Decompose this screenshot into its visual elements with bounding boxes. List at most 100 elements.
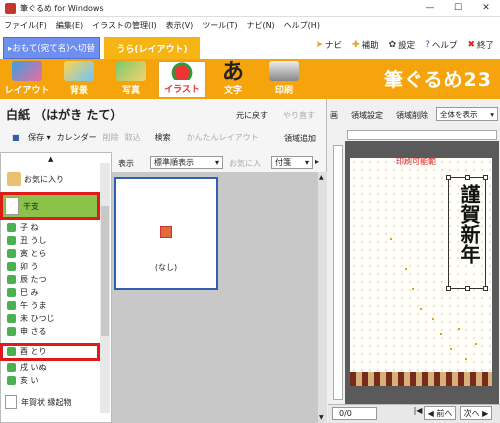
menu-navi[interactable]: ナビ(N) <box>246 20 274 31</box>
menu-edit[interactable]: 編集(E) <box>56 20 83 31</box>
category-mi[interactable]: 巳 み <box>3 286 99 299</box>
watermelon-icon <box>167 62 197 80</box>
category-ushi[interactable]: 丑 うし <box>3 234 99 247</box>
settei-link[interactable]: ✿ 設定 <box>389 39 416 51</box>
category-nenga[interactable]: 年賀状 縁起物 <box>2 393 98 411</box>
area-add-button[interactable]: 領域追加 <box>284 133 316 144</box>
category-scrollbar[interactable] <box>100 163 110 413</box>
resize-handle[interactable] <box>446 175 451 180</box>
main-toolbar: レイアウト 背景 写真 イラスト あ 文字 印刷 筆ぐるめ23 <box>0 59 500 99</box>
view-select[interactable]: 全体を表示 ▾ <box>436 107 498 121</box>
plus-icon: ✚ <box>352 40 360 50</box>
toolbar-layout-button[interactable]: レイアウト <box>3 61 51 98</box>
category-saru[interactable]: 申 さる <box>3 325 99 338</box>
sort-select[interactable]: 標準順表示 ▾ <box>150 156 223 169</box>
resize-handle[interactable] <box>465 175 470 180</box>
gallery-scrollbar[interactable]: ▲ ▼ <box>318 172 327 423</box>
checkbox-icon <box>7 249 16 258</box>
brand-logo: 筆ぐるめ23 <box>383 69 492 91</box>
save-button[interactable]: ■ 保存 ▾ <box>6 132 51 143</box>
scroll-up-icon[interactable]: ▲ <box>48 155 53 163</box>
menu-file[interactable]: ファイル(F) <box>4 20 47 31</box>
greeting-calligraphy[interactable]: 謹賀新年 <box>446 175 488 291</box>
save-icon: ■ <box>12 132 20 142</box>
redo-button[interactable]: やり直す <box>283 110 315 121</box>
menu-view[interactable]: 表示(V) <box>166 20 194 31</box>
close-button[interactable]: ✕ <box>472 0 500 17</box>
toolbar-haikei-button[interactable]: 背景 <box>55 61 103 98</box>
toolbar-moji-button[interactable]: あ 文字 <box>209 59 257 98</box>
category-ne[interactable]: 子 ね <box>3 221 99 234</box>
checkbox-icon <box>7 363 16 372</box>
image-icon <box>160 226 172 238</box>
background-icon <box>64 61 94 81</box>
checkbox-icon <box>7 275 16 284</box>
import-button[interactable]: 取込 <box>125 132 141 143</box>
fusen-select[interactable]: 付箋 ▾ <box>271 156 313 169</box>
tab-back-layout[interactable]: うら(レイアウト) <box>104 37 200 59</box>
illust-item-none[interactable]: (なし) <box>114 177 218 290</box>
chevron-down-icon: ▾ <box>490 109 494 119</box>
scroll-down-icon[interactable]: ▼ <box>319 414 324 421</box>
easy-layout-button[interactable]: かんたんレイアウト <box>187 132 259 143</box>
card-border-pattern <box>350 372 492 386</box>
toolbar-insatsu-button[interactable]: 印刷 <box>260 61 308 98</box>
layout-icon <box>12 61 42 81</box>
arrow-right-icon[interactable]: ▸ <box>315 157 319 166</box>
document-icon <box>5 395 17 409</box>
next-page-button[interactable]: 次へ ▶ <box>460 406 492 420</box>
close-icon: ✖ <box>467 40 475 50</box>
display-label: 表示 <box>118 159 134 168</box>
prev-page-button[interactable]: ◀ 前へ <box>424 406 456 420</box>
resize-handle[interactable] <box>465 286 470 291</box>
search-button[interactable]: 検索 <box>155 132 171 143</box>
checkbox-icon <box>7 301 16 310</box>
undo-button[interactable]: 元に戻す <box>236 110 268 121</box>
category-u[interactable]: 卯 う <box>3 260 99 273</box>
page-number-field[interactable]: 0/0 <box>332 407 377 420</box>
category-tatsu[interactable]: 辰 たつ <box>3 273 99 286</box>
category-tora[interactable]: 寅 とら <box>3 247 99 260</box>
area-delete-button[interactable]: 領域削除 <box>396 110 428 121</box>
delete-button[interactable]: 削除 <box>103 132 119 143</box>
category-hitsuji[interactable]: 未 ひつじ <box>3 312 99 325</box>
exit-link[interactable]: ✖ 終了 <box>467 39 494 51</box>
highlight-tori <box>0 343 100 361</box>
tab-front-switch[interactable]: ▸おもて(宛て名)へ切替 <box>3 37 100 59</box>
right-menu-partial[interactable]: 画 <box>330 110 338 121</box>
first-page-button[interactable]: |◀ <box>412 406 424 415</box>
checkbox-icon <box>7 288 16 297</box>
calendar-button[interactable]: カレンダー <box>57 132 97 143</box>
category-uma[interactable]: 午 うま <box>3 299 99 312</box>
resize-handle[interactable] <box>483 286 488 291</box>
toolbar-shashin-button[interactable]: 写真 <box>107 61 155 98</box>
menu-tool[interactable]: ツール(T) <box>202 20 237 31</box>
checkbox-icon <box>7 236 16 245</box>
help-link[interactable]: ? ヘルプ <box>425 39 457 51</box>
chevron-down-icon: ▾ <box>214 158 219 167</box>
scroll-thumb[interactable] <box>101 206 109 336</box>
scroll-up-icon[interactable]: ▲ <box>319 174 324 181</box>
title-bar: 筆ぐるめ for Windows — ☐ ✕ <box>0 0 500 17</box>
category-inu[interactable]: 戌 いぬ <box>3 361 99 374</box>
category-favorite[interactable]: お気に入り <box>3 168 99 190</box>
add-favorite-button[interactable]: お気に入 <box>229 158 261 169</box>
resize-handle[interactable] <box>446 286 451 291</box>
resize-handle[interactable] <box>483 175 488 180</box>
menu-help[interactable]: ヘルプ(H) <box>284 20 320 31</box>
checkbox-icon <box>7 327 16 336</box>
highlight-eto <box>0 192 100 220</box>
moji-icon: あ <box>221 59 244 85</box>
tab-row: ▸おもて(宛て名)へ切替 うら(レイアウト) ➤ ナビ ✚ 補助 ✿ 設定 ? ヘルプ … <box>0 33 500 59</box>
gear-icon: ✿ <box>388 40 397 50</box>
photo-icon <box>116 61 146 81</box>
checkbox-icon <box>7 314 16 323</box>
maximize-button[interactable]: ☐ <box>444 0 472 17</box>
hojo-link[interactable]: ✚ 補助 <box>352 39 379 51</box>
category-i[interactable]: 亥 い <box>3 374 99 387</box>
navi-link[interactable]: ➤ ナビ <box>315 39 342 51</box>
toolbar-illust-button[interactable]: イラスト <box>158 61 206 98</box>
menu-illust-manage[interactable]: イラストの管理(I) <box>92 20 156 31</box>
area-setting-button[interactable]: 領域設定 <box>351 110 383 121</box>
minimize-button[interactable]: — <box>416 0 444 17</box>
